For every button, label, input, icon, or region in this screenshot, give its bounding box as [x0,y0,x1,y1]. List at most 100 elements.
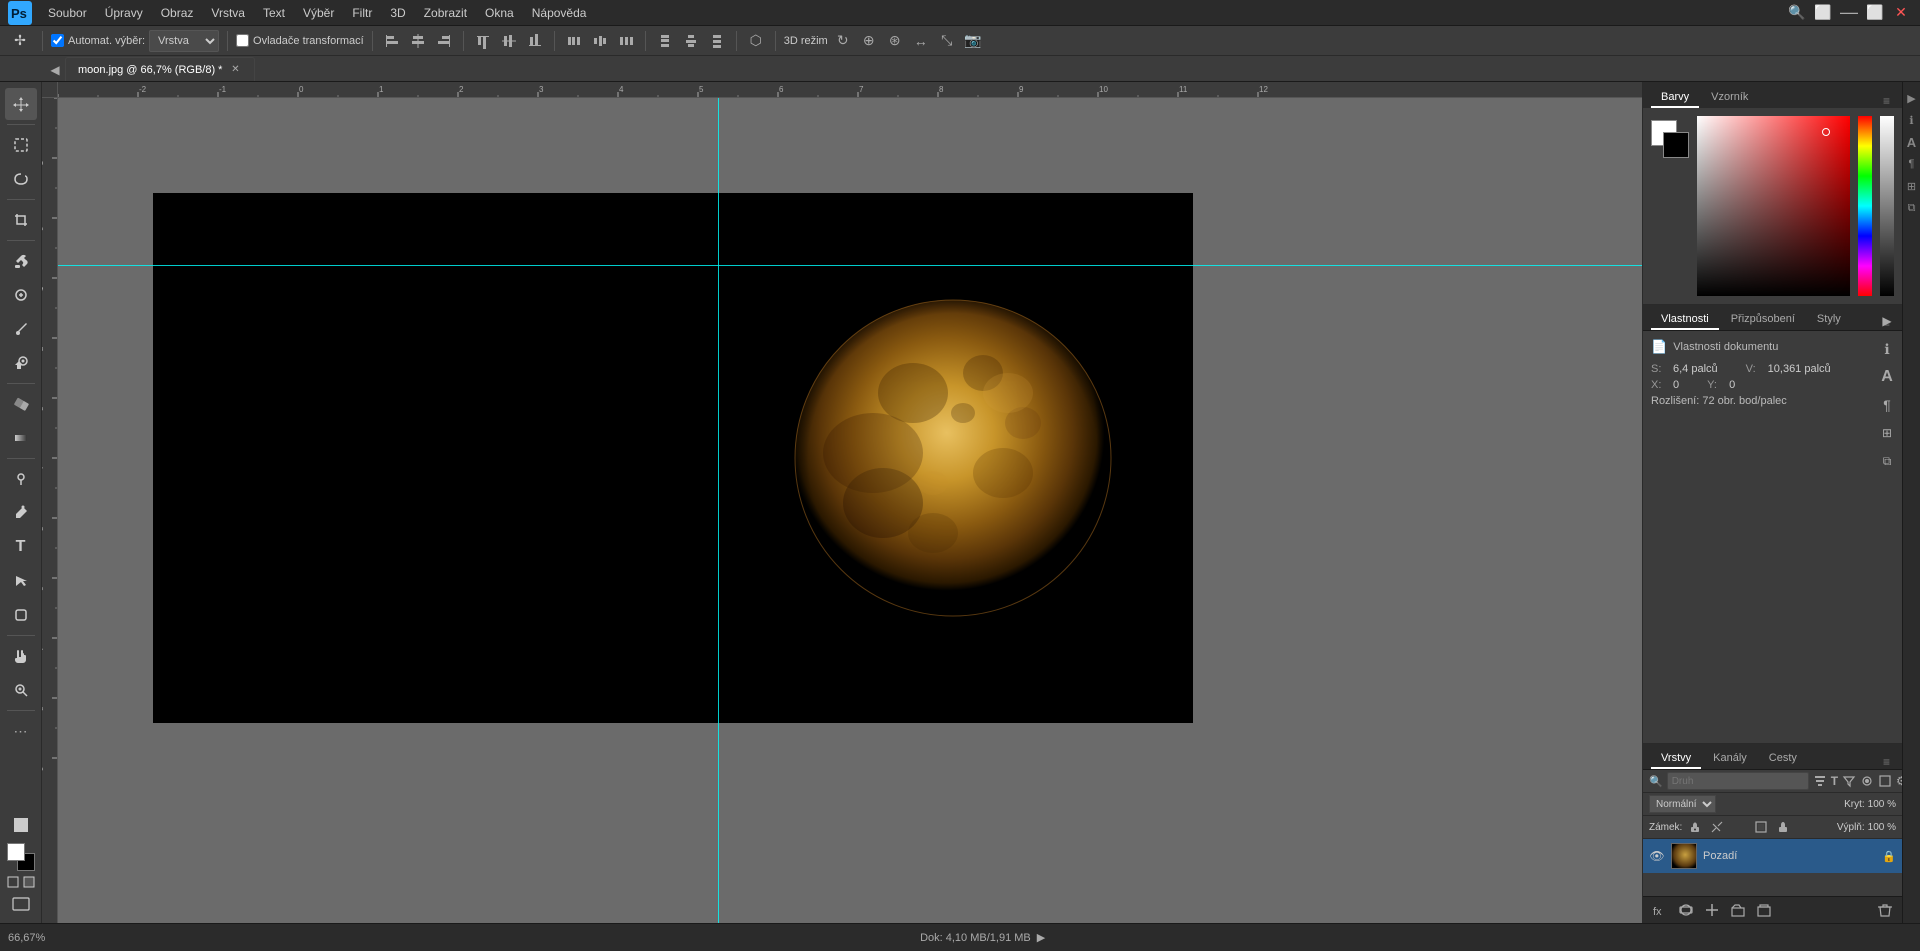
delete-layer-btn[interactable] [1874,899,1896,921]
align-top-icon[interactable] [472,30,494,52]
close-icon[interactable]: ✕ [1890,2,1912,24]
path-select-button[interactable] [5,565,37,597]
props-para-icon[interactable]: ¶ [1876,394,1898,416]
lock-position-btn[interactable] [1730,818,1748,836]
menu-text[interactable]: Text [255,4,293,22]
align-middle-v-icon[interactable] [498,30,520,52]
menu-napoveda[interactable]: Nápověda [524,4,595,22]
props-info-icon[interactable]: ℹ [1876,338,1898,360]
strip-icon-1[interactable]: ▶ [1904,90,1920,106]
add-adjustment-btn[interactable] [1701,899,1723,921]
layer-fx-btn[interactable]: fx [1649,899,1671,921]
add-mask-btn[interactable] [1675,899,1697,921]
align-bottom-icon[interactable] [524,30,546,52]
lock-image-btn[interactable] [1708,818,1726,836]
tab-close-button[interactable]: ✕ [228,63,242,77]
menu-vrstva[interactable]: Vrstva [203,4,253,22]
3d-rotate-icon[interactable]: ↻ [832,30,854,52]
tab-vlastnosti[interactable]: Vlastnosti [1651,310,1719,330]
move-tool-button[interactable] [5,88,37,120]
quick-mask-button[interactable] [22,875,36,889]
tab-prizpusobeni[interactable]: Přizpůsobení [1721,310,1805,330]
props-grid-icon[interactable]: ⊞ [1876,422,1898,444]
tab-vrstvy[interactable]: Vrstvy [1651,749,1701,769]
strip-icon-5[interactable]: ⊞ [1904,178,1920,194]
tab-kanaly[interactable]: Kanály [1703,749,1757,769]
strip-icon-6[interactable]: ⧉ [1904,200,1920,216]
document-tab[interactable]: moon.jpg @ 66,7% (RGB/8) * ✕ [65,57,255,81]
shape-tool-button[interactable] [5,599,37,631]
3d-orbit-icon[interactable]: ⊛ [884,30,906,52]
layers-filter-btn3[interactable] [1842,772,1856,790]
panel-toggle-icon[interactable]: ◀ [45,59,65,81]
menu-filtr[interactable]: Filtr [344,4,380,22]
standard-mode-button[interactable] [6,875,20,889]
lasso-tool-button[interactable] [5,163,37,195]
strip-icon-2[interactable]: ℹ [1904,112,1920,128]
3d-slide-icon[interactable]: ↔ [910,30,932,52]
align-center-h-icon[interactable] [407,30,429,52]
color-gradient-picker[interactable] [1697,116,1850,296]
canvas-area[interactable]: /* ticks rendered below */ -2 -1 0 1 2 3 [42,82,1642,923]
text-tool-button[interactable]: T [5,531,37,563]
align-right-icon[interactable] [433,30,455,52]
distribute-center-h-icon[interactable] [589,30,611,52]
frame-icon[interactable]: ⬡ [745,30,767,52]
search-icon[interactable]: 🔍 [1786,2,1808,24]
distribute-center-v-icon[interactable] [680,30,702,52]
3d-scale-icon[interactable]: ⤡ [936,30,958,52]
zoom-tool-button[interactable] [5,674,37,706]
props-play-icon[interactable]: ▶ [1876,310,1898,332]
layers-filter-btn2[interactable]: T [1831,772,1838,790]
color-panel-close[interactable]: ≡ [1879,94,1894,108]
brush-tool-button[interactable] [5,313,37,345]
layers-panel-close[interactable]: ≡ [1879,755,1894,769]
menu-upravy[interactable]: Úpravy [97,4,151,22]
transform-checkbox[interactable] [236,34,249,47]
lock-all-btn[interactable] [1774,818,1792,836]
autoselect-checkbox[interactable] [51,34,64,47]
layers-filter-btn1[interactable] [1813,772,1827,790]
pen-tool-button[interactable] [5,497,37,529]
status-arrow-btn[interactable]: ▶ [1037,931,1045,944]
lock-artboard-btn[interactable] [1752,818,1770,836]
distribute-v-icon[interactable] [654,30,676,52]
more-tools-button[interactable]: ⋯ [5,715,37,747]
background-color[interactable] [1663,132,1689,158]
menu-vyber[interactable]: Výběr [295,4,342,22]
arrange-icon[interactable]: ⬜ [1812,2,1834,24]
layers-filter-btn4[interactable] [1860,772,1874,790]
autoselect-select[interactable]: Vrstva Skupina [149,30,219,52]
strip-icon-4[interactable]: ¶ [1904,156,1920,172]
fg-color-swatch[interactable] [7,843,25,861]
tab-styly[interactable]: Styly [1807,310,1851,330]
heal-tool-button[interactable] [5,279,37,311]
eraser-tool-button[interactable] [5,388,37,420]
3d-pan-icon[interactable]: ⊕ [858,30,880,52]
menu-soubor[interactable]: Soubor [40,4,95,22]
layers-filter-btn5[interactable] [1878,772,1892,790]
layer-row[interactable]: 👁 Pozadí 🔒 [1643,839,1902,873]
crop-tool-button[interactable] [5,204,37,236]
move-tool-active[interactable]: ✢ [6,27,34,55]
color-brightness-strip[interactable] [1880,116,1894,296]
color-hue-strip[interactable] [1858,116,1872,296]
tab-vzornik[interactable]: Vzorník [1701,88,1758,108]
layer-visibility-toggle[interactable]: 👁 [1649,848,1665,864]
distribute-h-icon[interactable] [563,30,585,52]
arrange-layers-button[interactable] [7,811,35,839]
canvas-viewport[interactable] [58,98,1642,923]
props-type-icon[interactable]: A [1876,366,1898,388]
tab-cesty[interactable]: Cesty [1759,749,1807,769]
tab-barvy[interactable]: Barvy [1651,88,1699,108]
distribute-right-icon[interactable] [615,30,637,52]
layers-search-input[interactable] [1667,772,1809,790]
distribute-bottom-icon[interactable] [706,30,728,52]
hand-tool-button[interactable] [5,640,37,672]
menu-okna[interactable]: Okna [477,4,522,22]
add-group-btn[interactable] [1727,899,1749,921]
eyedropper-tool-button[interactable] [5,245,37,277]
marquee-tool-button[interactable] [5,129,37,161]
menu-obraz[interactable]: Obraz [153,4,202,22]
dodge-tool-button[interactable] [5,463,37,495]
